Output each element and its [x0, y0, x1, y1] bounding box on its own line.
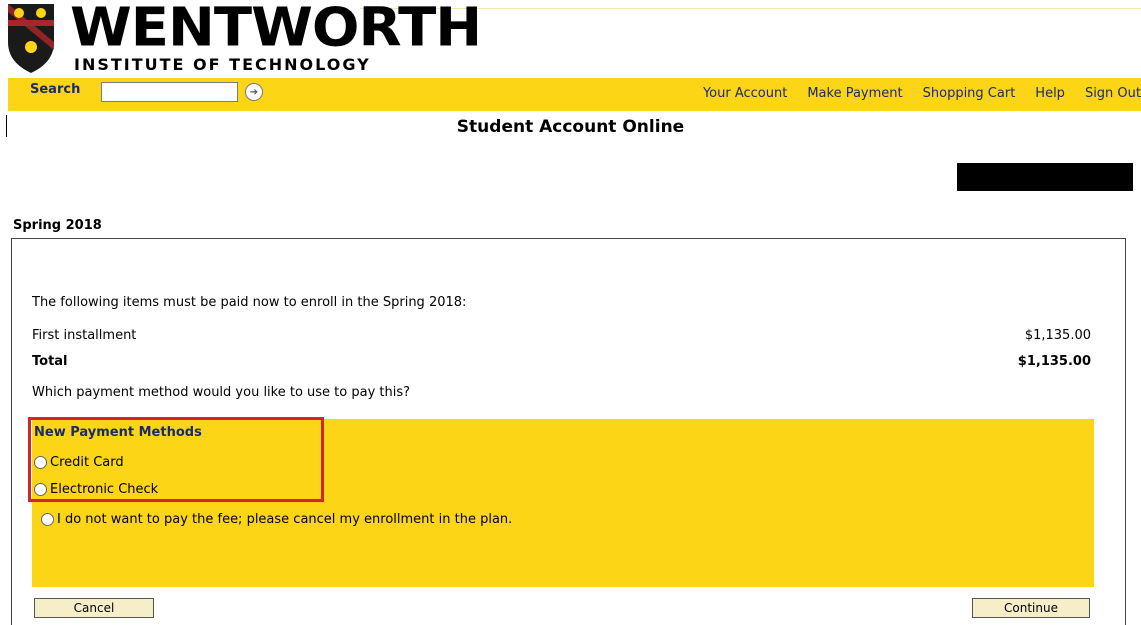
nav-link-sign-out[interactable]: Sign Out — [1085, 86, 1141, 101]
item-name: First installment — [32, 328, 137, 343]
site-header: WENTWORTH INSTITUTE OF TECHNOLOGY — [0, 0, 1141, 77]
nav-link-make-payment[interactable]: Make Payment — [807, 86, 902, 101]
search-go-button[interactable]: ➔ — [245, 83, 263, 101]
option-label: Electronic Check — [50, 482, 159, 497]
item-amount: $1,135.00 — [1024, 328, 1091, 343]
nav-bar: Search ➔ Your Account Make Payment Shopp… — [8, 78, 1141, 111]
option-label: Credit Card — [50, 455, 124, 470]
radio-electronic-check[interactable] — [34, 483, 47, 496]
radio-cancel-enrollment[interactable] — [41, 513, 54, 526]
nav-link-help[interactable]: Help — [1035, 86, 1065, 101]
logo-subtitle: INSTITUTE OF TECHNOLOGY — [74, 55, 371, 74]
radio-credit-card[interactable] — [34, 456, 47, 469]
logo-wordmark: WENTWORTH — [70, 0, 482, 59]
payment-panel: The following items must be paid now to … — [11, 238, 1126, 625]
option-label: I do not want to pay the fee; please can… — [57, 512, 513, 527]
total-label: Total — [32, 354, 68, 369]
shield-logo-icon — [8, 4, 54, 73]
nav-links: Your Account Make Payment Shopping Cart … — [683, 86, 1141, 101]
option-electronic-check[interactable]: Electronic Check — [34, 482, 158, 497]
nav-link-your-account[interactable]: Your Account — [703, 86, 787, 101]
option-cancel-enrollment[interactable]: I do not want to pay the fee; please can… — [41, 512, 512, 527]
total-amount: $1,135.00 — [1017, 354, 1091, 369]
cancel-button[interactable]: Cancel — [34, 598, 154, 618]
nav-link-shopping-cart[interactable]: Shopping Cart — [923, 86, 1016, 101]
search-input[interactable] — [101, 82, 238, 102]
methods-heading: New Payment Methods — [34, 425, 202, 440]
option-credit-card[interactable]: Credit Card — [34, 455, 124, 470]
arrow-circle-icon: ➔ — [249, 86, 259, 98]
continue-button[interactable]: Continue — [972, 598, 1090, 618]
page-title: Student Account Online — [456, 117, 685, 137]
payment-question: Which payment method would you like to u… — [32, 385, 411, 400]
redacted-block — [957, 163, 1133, 191]
intro-text: The following items must be paid now to … — [32, 295, 467, 310]
search-label: Search — [30, 82, 81, 97]
payment-methods-panel: New Payment Methods Credit Card Electron… — [28, 417, 1094, 587]
term-heading: Spring 2018 — [13, 218, 102, 233]
